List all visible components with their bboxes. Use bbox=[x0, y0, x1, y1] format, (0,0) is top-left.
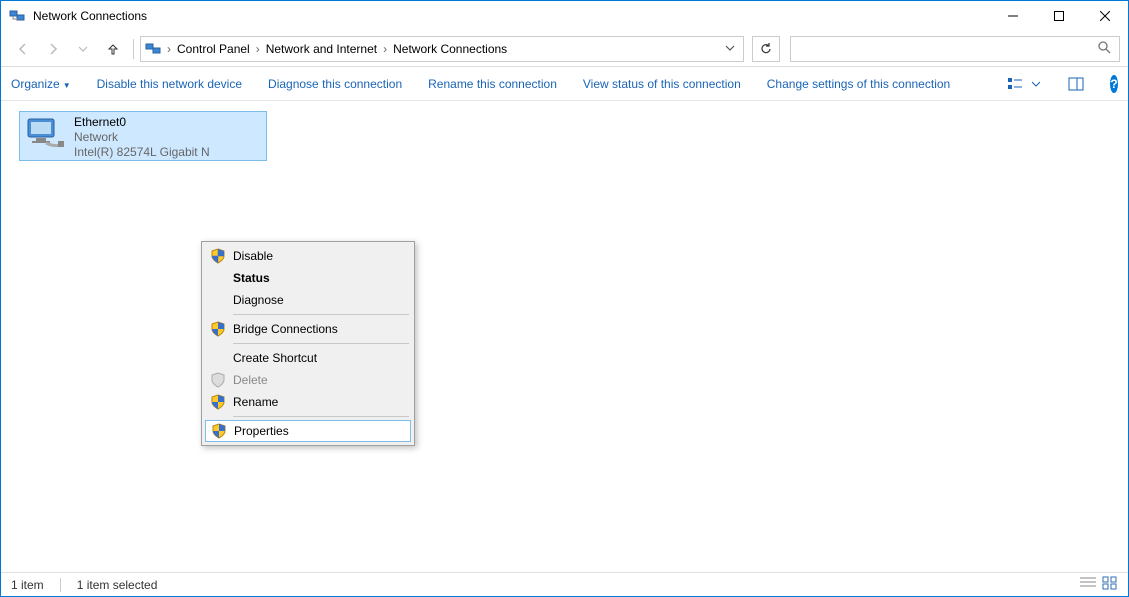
navigation-row: › Control Panel › Network and Internet ›… bbox=[1, 31, 1128, 67]
window-title: Network Connections bbox=[33, 9, 990, 23]
search-icon bbox=[1097, 40, 1111, 57]
rename-connection-command[interactable]: Rename this connection bbox=[428, 77, 557, 91]
shield-icon bbox=[210, 248, 226, 264]
ctx-bridge[interactable]: Bridge Connections bbox=[205, 318, 411, 340]
chevron-right-icon[interactable]: › bbox=[256, 42, 260, 56]
recent-locations-dropdown[interactable] bbox=[69, 35, 97, 63]
ctx-create-shortcut[interactable]: Create Shortcut bbox=[205, 347, 411, 369]
diagnose-connection-command[interactable]: Diagnose this connection bbox=[268, 77, 402, 91]
titlebar: Network Connections bbox=[1, 1, 1128, 31]
chevron-down-icon[interactable] bbox=[1030, 71, 1042, 97]
up-button[interactable] bbox=[99, 35, 127, 63]
menu-separator bbox=[233, 343, 409, 344]
view-options-button[interactable] bbox=[1002, 71, 1028, 97]
network-connections-icon bbox=[9, 8, 25, 24]
network-adapter-item[interactable]: Ethernet0 Network Intel(R) 82574L Gigabi… bbox=[19, 111, 267, 161]
close-button[interactable] bbox=[1082, 1, 1128, 31]
content-area: Ethernet0 Network Intel(R) 82574L Gigabi… bbox=[1, 101, 1128, 572]
maximize-button[interactable] bbox=[1036, 1, 1082, 31]
shield-icon bbox=[210, 372, 226, 388]
ctx-disable[interactable]: Disable bbox=[205, 245, 411, 267]
ethernet-adapter-icon bbox=[24, 115, 66, 157]
back-button[interactable] bbox=[9, 35, 37, 63]
separator bbox=[133, 39, 134, 59]
adapter-status: Network bbox=[74, 130, 210, 145]
item-count: 1 item bbox=[11, 578, 44, 592]
breadcrumb-control-panel[interactable]: Control Panel bbox=[177, 42, 250, 56]
chevron-right-icon[interactable]: › bbox=[167, 42, 171, 56]
shield-icon bbox=[211, 423, 227, 439]
minimize-button[interactable] bbox=[990, 1, 1036, 31]
ctx-delete: Delete bbox=[205, 369, 411, 391]
breadcrumb-network-internet[interactable]: Network and Internet bbox=[266, 42, 377, 56]
refresh-button[interactable] bbox=[752, 36, 780, 62]
chevron-right-icon[interactable]: › bbox=[383, 42, 387, 56]
separator bbox=[60, 578, 61, 592]
shield-icon bbox=[210, 394, 226, 410]
large-icons-view-icon[interactable] bbox=[1102, 576, 1118, 593]
adapter-device: Intel(R) 82574L Gigabit N bbox=[74, 145, 210, 160]
menu-separator bbox=[233, 416, 409, 417]
ctx-status[interactable]: Status bbox=[205, 267, 411, 289]
status-bar: 1 item 1 item selected bbox=[1, 572, 1128, 596]
ctx-properties[interactable]: Properties bbox=[205, 420, 411, 442]
address-dropdown[interactable] bbox=[721, 42, 739, 56]
control-panel-icon bbox=[145, 41, 161, 57]
adapter-name: Ethernet0 bbox=[74, 115, 210, 130]
shield-icon bbox=[210, 321, 226, 337]
context-menu: Disable Status Diagnose Bridge Connectio… bbox=[201, 241, 415, 446]
menu-separator bbox=[233, 314, 409, 315]
command-bar: Organize▼ Disable this network device Di… bbox=[1, 67, 1128, 101]
breadcrumb-network-connections[interactable]: Network Connections bbox=[393, 42, 507, 56]
organize-menu[interactable]: Organize▼ bbox=[11, 77, 71, 91]
view-status-command[interactable]: View status of this connection bbox=[583, 77, 741, 91]
selection-count: 1 item selected bbox=[77, 578, 158, 592]
window-controls bbox=[990, 1, 1128, 31]
forward-button[interactable] bbox=[39, 35, 67, 63]
ctx-rename[interactable]: Rename bbox=[205, 391, 411, 413]
disable-device-command[interactable]: Disable this network device bbox=[97, 77, 242, 91]
search-input[interactable] bbox=[790, 36, 1120, 62]
address-bar[interactable]: › Control Panel › Network and Internet ›… bbox=[140, 36, 744, 62]
details-view-icon[interactable] bbox=[1080, 576, 1096, 593]
ctx-diagnose[interactable]: Diagnose bbox=[205, 289, 411, 311]
change-settings-command[interactable]: Change settings of this connection bbox=[767, 77, 950, 91]
help-button[interactable]: ? bbox=[1110, 75, 1118, 93]
chevron-down-icon: ▼ bbox=[63, 81, 71, 90]
preview-pane-button[interactable] bbox=[1068, 71, 1084, 97]
